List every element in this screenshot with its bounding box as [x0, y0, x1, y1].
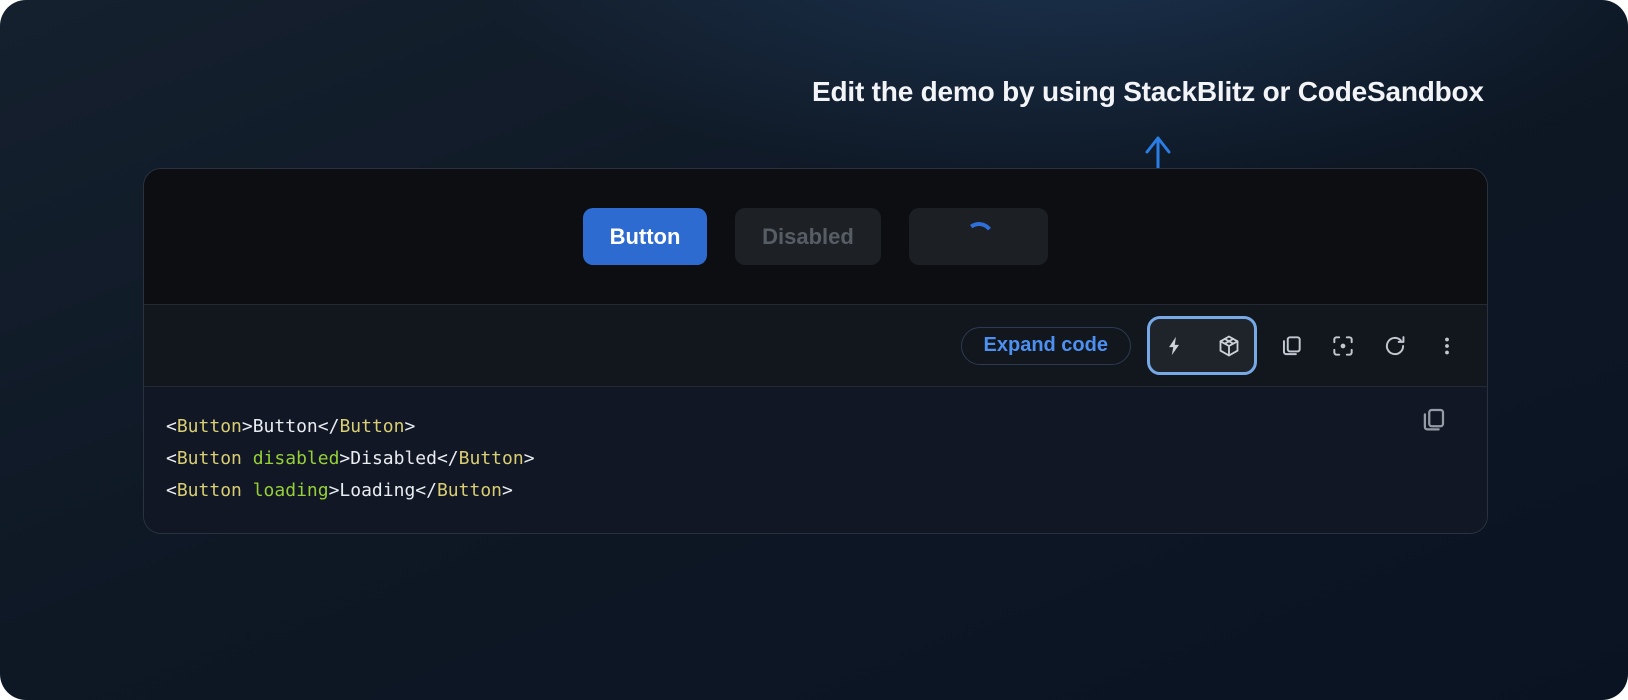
copy-button[interactable] [1271, 326, 1311, 366]
code-line: <Button disabled>Disabled</Button> [166, 443, 1487, 475]
codesandbox-cube-icon [1217, 334, 1241, 358]
page-background: Edit the demo by using StackBlitz or Cod… [0, 0, 1628, 700]
copy-icon [1418, 405, 1448, 438]
copy-icon [1278, 333, 1304, 359]
code-locate-icon [1330, 333, 1356, 359]
primary-demo-button[interactable]: Button [583, 208, 707, 265]
disabled-demo-button: Disabled [735, 208, 881, 265]
code-block: <Button>Button</Button><Button disabled>… [144, 387, 1487, 533]
refresh-icon [1382, 333, 1408, 359]
sandbox-buttons-group [1147, 316, 1257, 375]
stackblitz-bolt-button[interactable] [1155, 326, 1195, 366]
loading-demo-button[interactable] [909, 208, 1048, 265]
demo-preview-area: Button Disabled [144, 169, 1487, 305]
annotation-text: Edit the demo by using StackBlitz or Cod… [812, 76, 1484, 108]
code-locate-button[interactable] [1323, 326, 1363, 366]
demo-button-label: Button [610, 224, 681, 250]
copy-code-button[interactable] [1415, 403, 1451, 439]
code-line: <Button loading>Loading</Button> [166, 475, 1487, 507]
loading-spinner-icon [962, 220, 996, 254]
refresh-button[interactable] [1375, 326, 1415, 366]
kebab-menu-button[interactable] [1427, 326, 1467, 366]
codesandbox-cube-button[interactable] [1209, 326, 1249, 366]
stackblitz-bolt-icon [1164, 335, 1186, 357]
demo-card: Button Disabled Expand code <Button>Butto… [143, 168, 1488, 534]
expand-code-button[interactable]: Expand code [961, 327, 1131, 365]
kebab-menu-icon [1435, 334, 1459, 358]
expand-code-label: Expand code [984, 334, 1108, 357]
arrow-head [1147, 138, 1169, 152]
demo-button-label: Disabled [762, 224, 854, 250]
demo-toolbar: Expand code [144, 305, 1487, 387]
code-line: <Button>Button</Button> [166, 411, 1487, 443]
